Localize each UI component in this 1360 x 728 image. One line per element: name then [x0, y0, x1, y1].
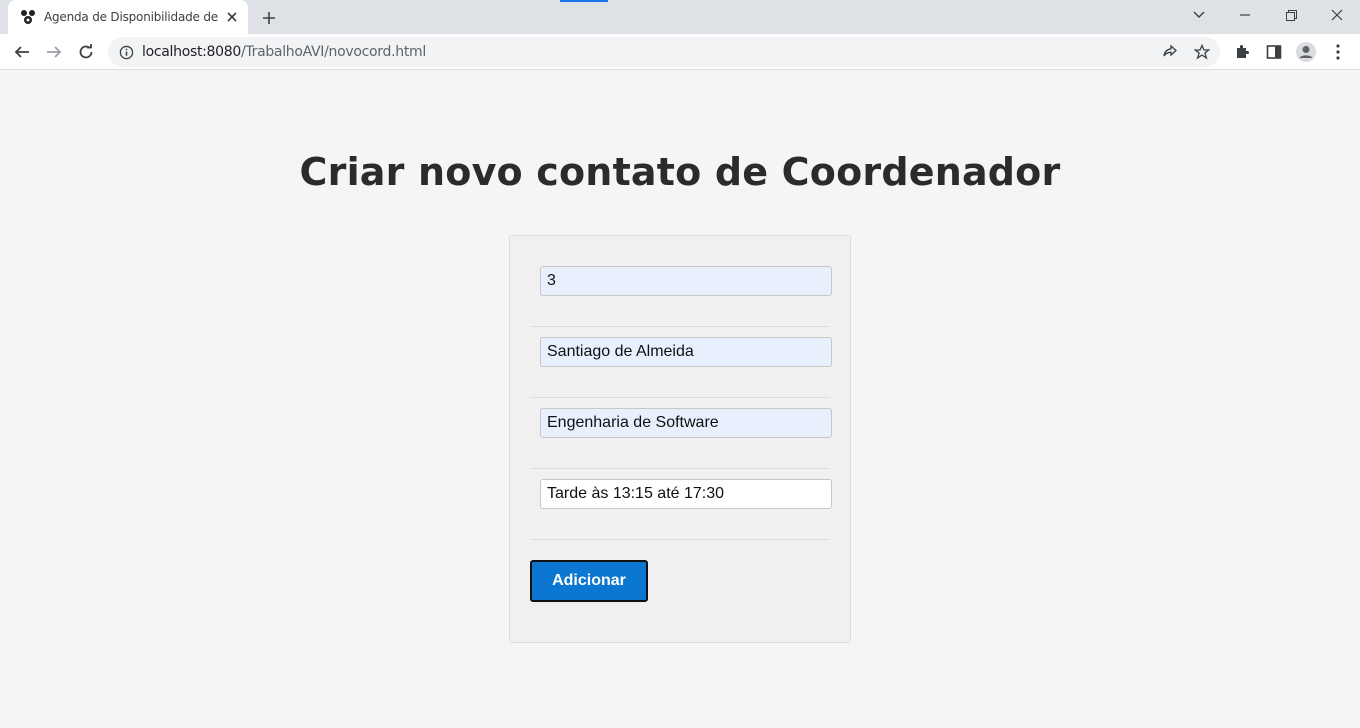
name-field[interactable] — [540, 337, 832, 367]
tab-strip-accent — [560, 0, 608, 2]
browser-toolbar: localhost:8080/TrabalhoAVI/novocord.html — [0, 34, 1360, 70]
minimize-icon[interactable] — [1222, 0, 1268, 30]
id-field[interactable] — [540, 266, 832, 296]
profile-icon[interactable] — [1294, 40, 1318, 64]
address-bar[interactable]: localhost:8080/TrabalhoAVI/novocord.html — [108, 37, 1220, 67]
browser-tab[interactable]: Agenda de Disponibilidade de Coordenador… — [8, 0, 248, 34]
plus-icon[interactable] — [258, 7, 280, 29]
restore-icon[interactable] — [1268, 0, 1314, 30]
divider — [530, 539, 830, 540]
tab-title: Agenda de Disponibilidade de Coordenador… — [44, 10, 220, 24]
url-host: localhost:8080 — [142, 44, 241, 60]
divider — [530, 468, 830, 469]
coordinator-form: Adicionar — [509, 235, 851, 643]
arrow-left-icon[interactable] — [10, 40, 34, 64]
divider — [530, 397, 830, 398]
browser-tab-strip: Agenda de Disponibilidade de Coordenador… — [0, 0, 1360, 34]
url-text: localhost:8080/TrabalhoAVI/novocord.html — [142, 44, 426, 60]
app-favicon-icon — [20, 9, 36, 25]
page-title: Criar novo contato de Coordenador — [299, 150, 1061, 194]
kebab-menu-icon[interactable] — [1326, 40, 1350, 64]
course-field[interactable] — [540, 408, 832, 438]
puzzle-icon[interactable] — [1230, 40, 1254, 64]
star-icon[interactable] — [1190, 40, 1214, 64]
close-window-icon[interactable] — [1314, 0, 1360, 30]
info-icon[interactable] — [118, 44, 134, 60]
side-panel-icon[interactable] — [1262, 40, 1286, 64]
arrow-right-icon[interactable] — [42, 40, 66, 64]
reload-icon[interactable] — [74, 40, 98, 64]
close-icon[interactable] — [224, 9, 240, 25]
share-icon[interactable] — [1158, 40, 1182, 64]
divider — [530, 326, 830, 327]
add-button[interactable]: Adicionar — [530, 560, 648, 602]
chevron-down-icon[interactable] — [1176, 0, 1222, 30]
url-path: /TrabalhoAVI/novocord.html — [241, 44, 426, 60]
schedule-field[interactable] — [540, 479, 832, 509]
